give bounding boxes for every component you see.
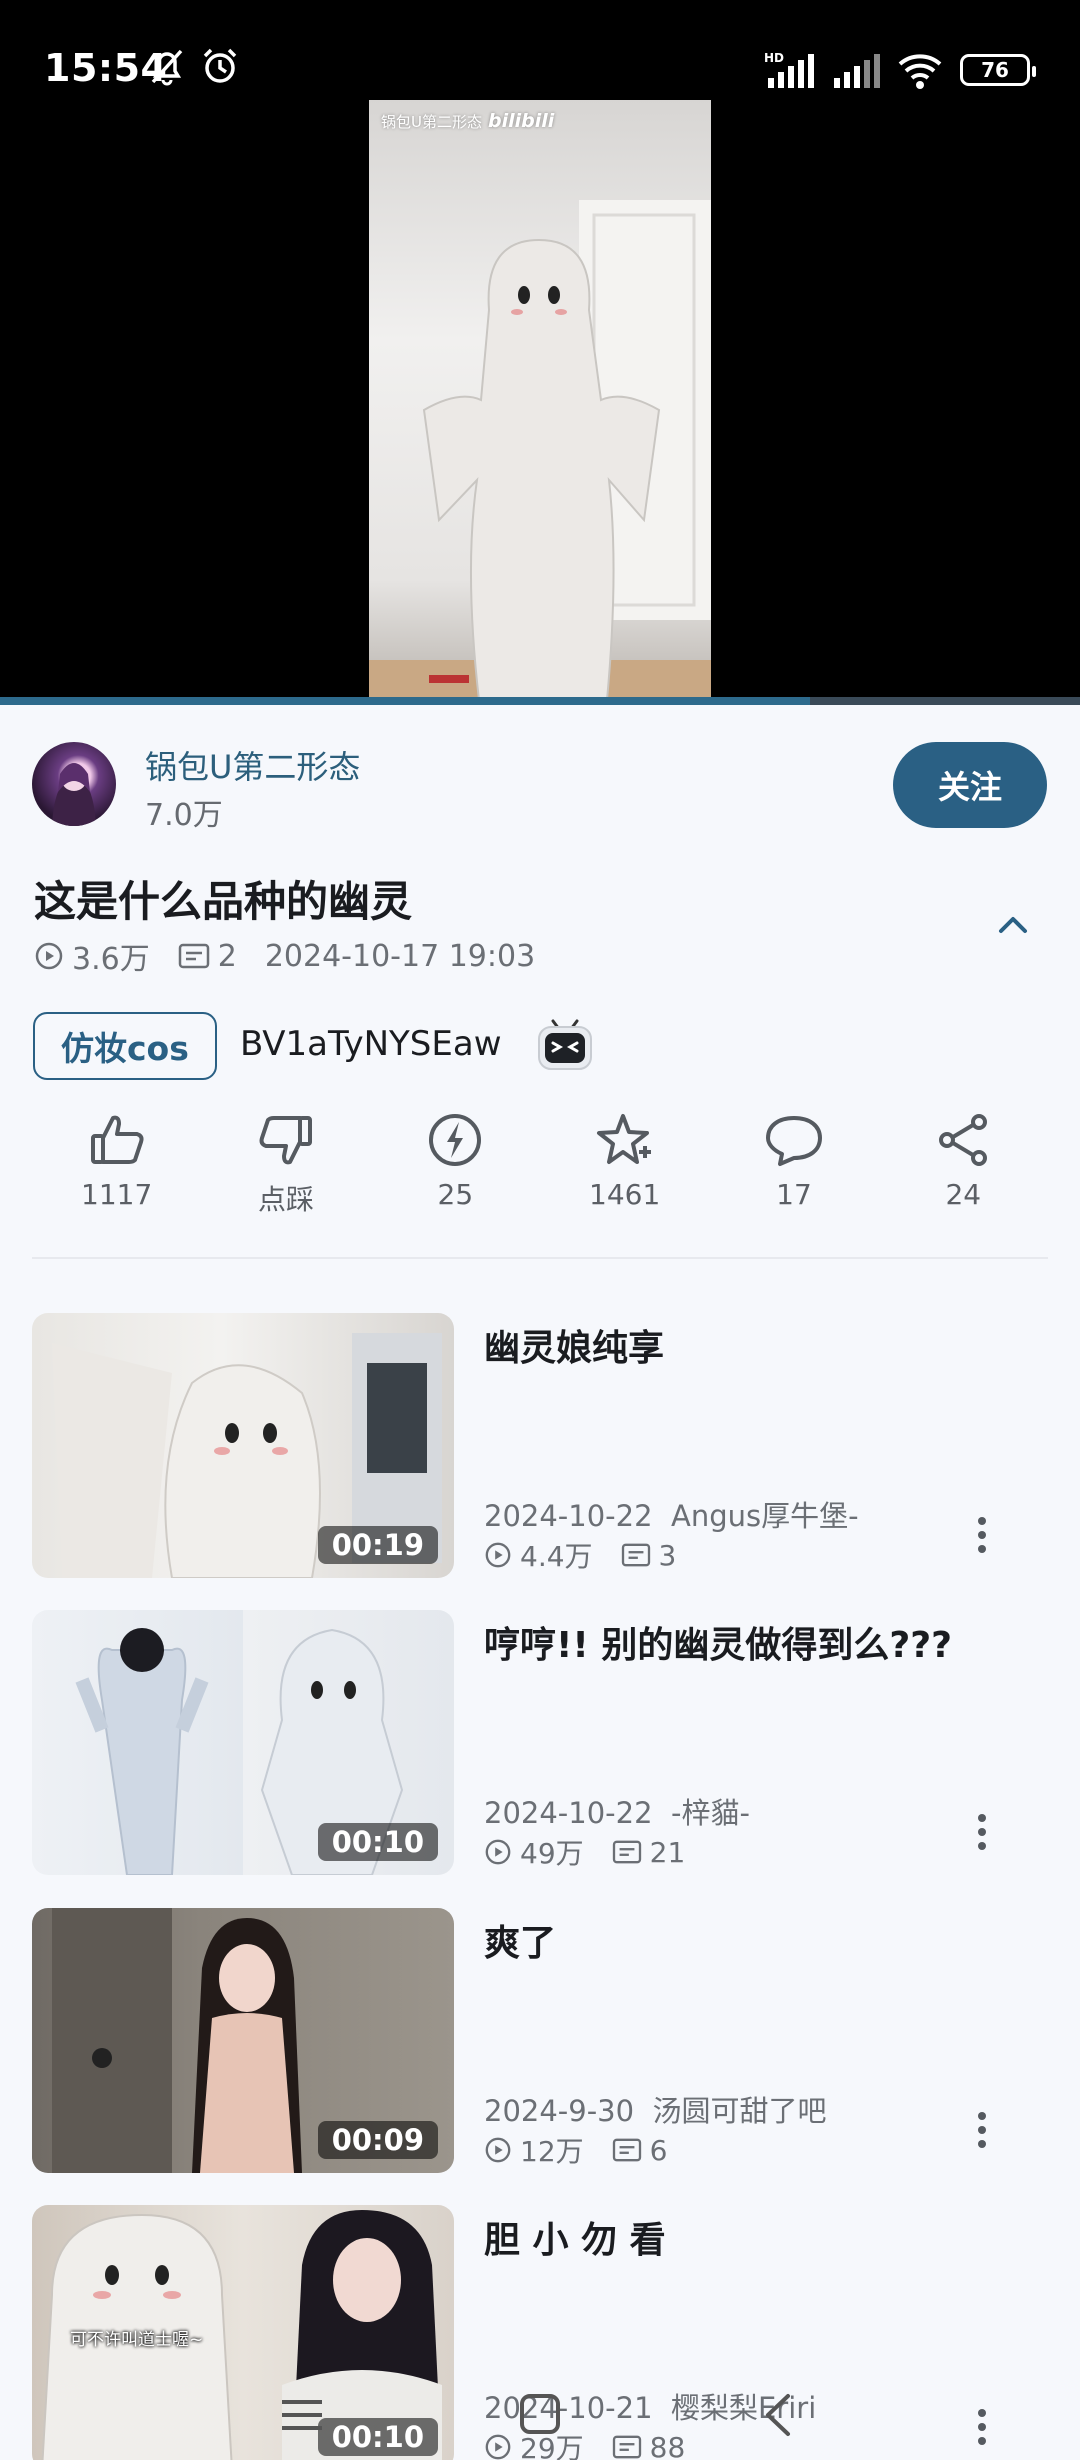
related-video-item[interactable]: 00:10 哼哼!! 别的幽灵做得到么??? 2024-10-22 -梓貓- 4… [32,1610,1048,1875]
favorite-count: 1461 [589,1178,661,1211]
related-title[interactable]: 哼哼!! 别的幽灵做得到么??? [484,1616,952,1668]
danmaku-icon [612,2138,641,2162]
related-danmaku: 3 [658,1538,677,1572]
video-frame[interactable]: 锅包U第二形态 bilibili [369,100,711,700]
share-button[interactable]: 24 [879,1108,1048,1226]
related-thumbnail[interactable]: 00:19 [32,1313,454,1578]
related-stats: 12万 6 [484,2130,685,2170]
related-author: 汤圆可甜了吧 [652,2094,827,2128]
thumbs-down-icon [259,1116,312,1165]
action-bar: 1117 点踩 25 1461 17 24 [32,1108,1048,1226]
like-button[interactable]: 1117 [32,1108,201,1226]
related-date-author: 2024-10-22 Angus厚牛堡- [484,1493,859,1535]
danmaku-icon [612,1840,641,1864]
play-count-icon [485,1542,511,1568]
related-views: 49万 [520,1837,584,1870]
play-count-icon [485,1839,511,1865]
related-thumbnail[interactable]: 00:09 [32,1908,454,2173]
related-date: 2024-9-30 [484,2094,635,2128]
bvid-text[interactable]: BV1aTyNYSEaw [240,1024,502,1064]
related-thumbnail[interactable]: 00:10 [32,1610,454,1875]
system-navigation-bar [0,2370,1080,2460]
coin-icon [429,1114,482,1166]
share-icon [939,1114,988,1166]
home-square-icon[interactable] [512,2390,568,2440]
alarm-clock-icon [203,48,237,83]
more-vertical-icon[interactable] [970,1810,994,1854]
related-danmaku: 21 [649,1835,686,1869]
danmaku-icon [178,943,209,969]
coin-button[interactable]: 25 [371,1108,540,1226]
mute-bell-icon [151,49,183,86]
more-vertical-icon[interactable] [970,1513,994,1557]
uploader-fans-count: 7.0万 [145,798,223,833]
coin-count: 25 [437,1178,474,1211]
chevron-up-icon[interactable] [993,905,1033,945]
thumbs-up-icon [90,1115,144,1164]
related-views: 12万 [520,2135,584,2168]
uploader-avatar[interactable] [32,742,116,826]
duration-badge: 00:19 [317,1526,438,1564]
comment-button[interactable]: 17 [709,1108,878,1226]
related-title[interactable]: 爽了 [484,1914,556,1966]
publish-datetime: 2024-10-17 19:03 [264,938,536,974]
related-title[interactable]: 胆 小 勿 看 [484,2211,666,2263]
dislike-button[interactable]: 点踩 [201,1108,370,1226]
video-meta: 3.6万 2 2024-10-17 19:03 [34,934,563,978]
play-count-icon [35,942,63,970]
more-vertical-icon[interactable] [970,2108,994,2152]
watermark-uploader: 锅包U第二形态 [381,113,482,131]
related-date-author: 2024-9-30 汤圆可甜了吧 [484,2088,827,2130]
wifi-icon [898,54,942,89]
related-author: -梓貓- [670,1796,750,1830]
video-progress-fill [0,697,810,705]
watermark-brand: bilibili [487,110,555,132]
network-label: HD [764,51,784,65]
back-arrow-icon[interactable] [752,2390,808,2440]
thumbnail-overlay-text: 可不许叫道士喔~ [70,2330,204,2350]
comment-count: 17 [776,1178,812,1211]
menu-lines-icon[interactable] [274,2390,330,2440]
related-video-item[interactable]: 00:19 幽灵娘纯享 2024-10-22 Angus厚牛堡- 4.4万 3 [32,1313,1048,1578]
favorite-button[interactable]: 1461 [540,1108,709,1226]
bilibili-robot-icon[interactable] [533,1013,597,1077]
signal-hd-icon: HD [764,51,814,88]
related-date: 2024-10-22 [484,1796,653,1830]
signal-icon [834,54,880,88]
related-views: 4.4万 [520,1540,593,1573]
video-title: 这是什么品种的幽灵 [34,877,413,926]
related-date-author: 2024-10-22 -梓貓- [484,1790,750,1832]
like-count: 1117 [81,1178,153,1211]
ghost-figure-image [369,200,711,700]
play-count-icon [485,2137,511,2163]
duration-badge: 00:09 [317,2121,438,2159]
divider [32,1257,1048,1259]
follow-button[interactable]: 关注 [893,742,1047,828]
dislike-label: 点踩 [257,1183,314,1216]
related-stats: 4.4万 3 [484,1535,694,1575]
tag-chip[interactable]: 仿妆cos [33,1012,217,1080]
video-watermark: 锅包U第二形态 bilibili [381,110,554,132]
comment-bubble-icon [765,1116,822,1166]
uploader-name[interactable]: 锅包U第二形态 [145,742,360,788]
star-add-icon [596,1114,651,1164]
share-count: 24 [945,1178,982,1211]
danmaku-icon [621,1543,650,1567]
related-video-item[interactable]: 00:09 爽了 2024-9-30 汤圆可甜了吧 12万 6 [32,1908,1048,2173]
related-danmaku: 6 [649,2133,668,2167]
related-stats: 49万 21 [484,1832,703,1872]
related-author: Angus厚牛堡- [670,1499,859,1533]
video-player[interactable]: 15:54 HD 76 锅包U第二形态 bilibili [0,0,1080,705]
related-title[interactable]: 幽灵娘纯享 [484,1319,664,1371]
video-progress-bar[interactable] [0,697,1080,705]
related-date: 2024-10-22 [484,1499,653,1533]
battery-indicator: 76 [960,54,1036,86]
duration-badge: 00:10 [317,1823,438,1861]
view-count: 3.6万 [72,942,150,977]
danmaku-count: 2 [217,938,237,974]
